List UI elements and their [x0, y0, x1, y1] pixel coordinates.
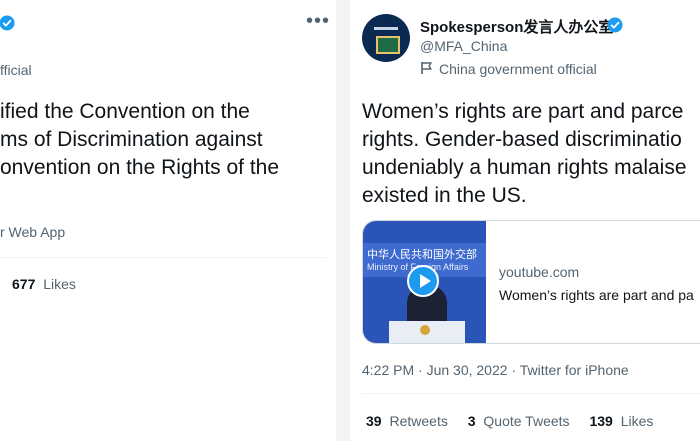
play-icon	[420, 274, 431, 288]
avatar[interactable]	[362, 14, 410, 62]
retweets-stat[interactable]: 39 Retweets	[366, 413, 452, 429]
display-name[interactable]: Spokesperson发言人办公室	[420, 16, 613, 37]
divider	[362, 393, 700, 394]
quote-tweets-stat[interactable]: 3 Quote Tweets	[468, 413, 574, 429]
likes-stat[interactable]: 677 Likes	[12, 276, 76, 292]
left-tweet-card: fficial ••• ified the Convention on the …	[0, 0, 336, 441]
verified-badge-icon	[0, 15, 15, 31]
link-card[interactable]: 中华人民共和国外交部 Ministry of Foreign Affairs y…	[362, 220, 700, 344]
more-options-icon[interactable]: •••	[306, 10, 330, 33]
divider	[0, 257, 326, 258]
handle[interactable]: @MFA_China	[420, 38, 507, 54]
meta-separator: ·	[511, 362, 520, 378]
play-button[interactable]	[407, 265, 439, 297]
avatar-bar	[374, 27, 398, 30]
account-label[interactable]: China government official	[439, 61, 597, 77]
quote-tweets-label: Quote Tweets	[483, 413, 570, 429]
video-thumbnail[interactable]: 中华人民共和国外交部 Ministry of Foreign Affairs	[363, 221, 486, 343]
account-label: fficial	[0, 62, 32, 78]
link-domain: youtube.com	[499, 264, 580, 280]
likes-label: Likes	[43, 276, 76, 292]
link-title: Women’s rights are part and pa	[499, 287, 694, 303]
retweets-label: Retweets	[389, 413, 448, 429]
avatar-emblem	[376, 36, 400, 54]
quote-tweets-count: 3	[467, 413, 476, 429]
likes-stat[interactable]: 139 Likes	[589, 413, 653, 429]
tweet-stats: 39 Retweets 3 Quote Tweets 139 Likes	[366, 413, 669, 429]
likes-count: 677	[12, 276, 36, 292]
likes-label: Likes	[620, 413, 654, 429]
tweet-time[interactable]: 4:22 PM · Jun 30, 2022	[362, 362, 508, 378]
podium-seal	[420, 325, 430, 335]
flag-icon	[421, 62, 432, 74]
tweet-text: ified the Convention on the ms of Discri…	[0, 100, 280, 179]
tweet-client[interactable]: Twitter for iPhone	[520, 362, 629, 378]
retweets-count: 39	[366, 413, 382, 429]
right-tweet-card: Spokesperson发言人办公室 @MFA_China China gove…	[350, 0, 700, 441]
thumbnail-text-cn: 中华人民共和国外交部	[367, 249, 477, 261]
tweet-meta: 4:22 PM · Jun 30, 2022 · Twitter for iPh…	[362, 362, 629, 378]
likes-count: 139	[589, 413, 613, 429]
tweet-text: Women’s rights are part and parce rights…	[362, 100, 687, 207]
tweet-source[interactable]: r Web App	[0, 224, 65, 240]
screenshot-gap	[336, 0, 350, 441]
verified-badge-icon	[607, 17, 623, 33]
